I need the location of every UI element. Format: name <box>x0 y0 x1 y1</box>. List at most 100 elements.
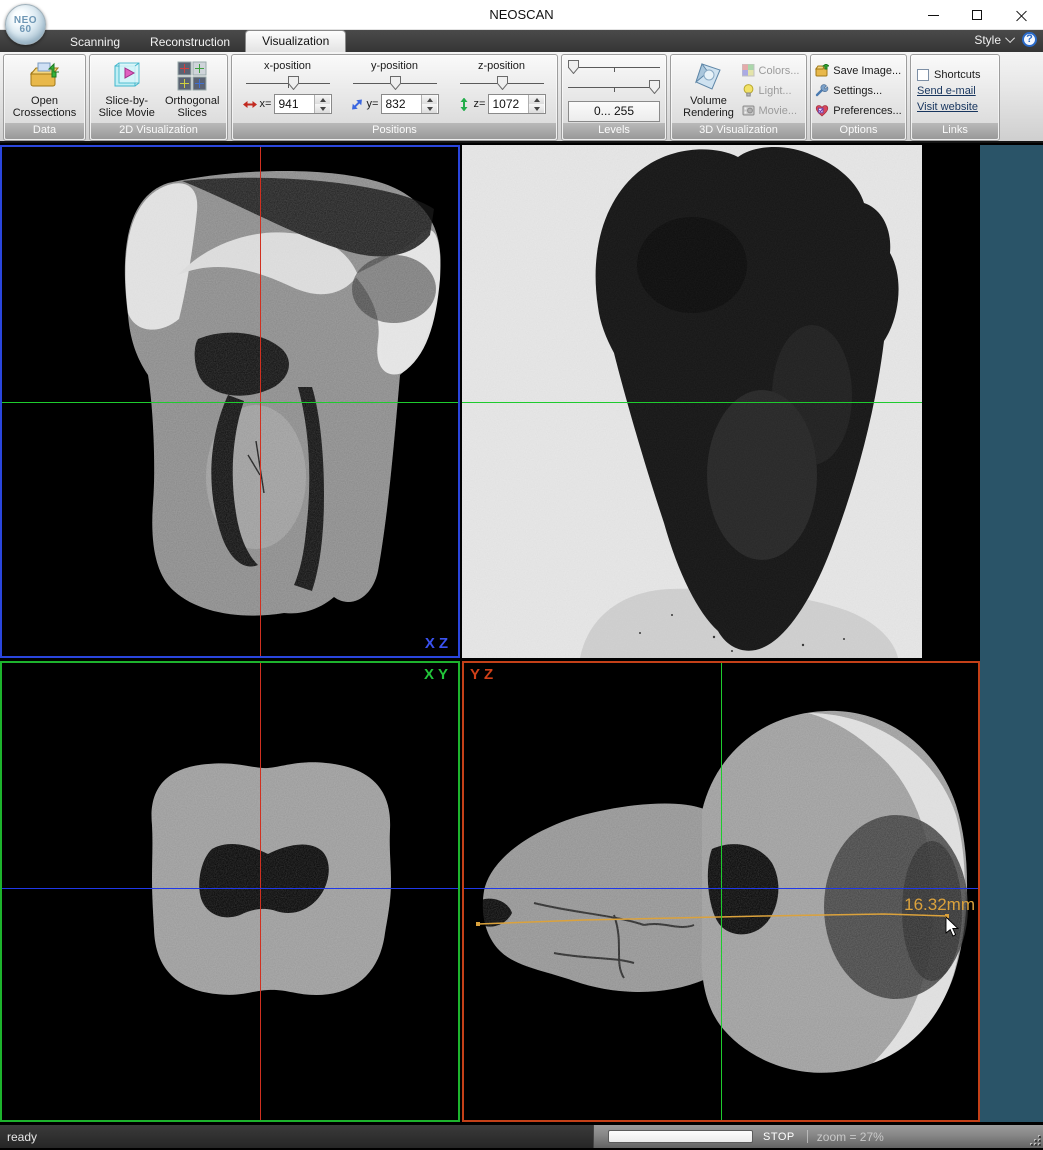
preferences-label: Preferences... <box>833 105 901 117</box>
z-position-label: z-position <box>478 60 525 72</box>
group-2d-visualization: Slice-by-Slice Movie Orthogonal Slices <box>89 54 228 141</box>
title-bar: NEOSCAN <box>0 0 1043 30</box>
measurement-endpoint-start[interactable] <box>476 922 480 926</box>
crosshair-z-green-line[interactable] <box>462 402 922 403</box>
x-slider-thumb[interactable] <box>288 76 299 90</box>
folder-open-icon <box>28 60 62 92</box>
volume-rendering-icon <box>692 60 726 92</box>
shortcuts-toggle[interactable]: Shortcuts <box>917 69 980 81</box>
stop-button[interactable]: STOP <box>763 1131 795 1143</box>
ribbon: Open Crossections Data Slice-by-Slice Mo… <box>0 52 1043 143</box>
open-crossections-button[interactable]: Open Crossections <box>9 58 81 119</box>
settings-button[interactable]: Settings... <box>815 82 882 99</box>
z-position-input[interactable] <box>489 95 528 113</box>
group-options: Save Image... Settings... <box>810 54 907 141</box>
shortcuts-checkbox[interactable] <box>917 69 929 81</box>
y-equals-label: y= <box>367 98 379 110</box>
crosshair-y-blue-line[interactable] <box>2 888 458 889</box>
settings-icon <box>815 84 829 97</box>
group-caption-positions: Positions <box>233 123 556 139</box>
x-position-spinner <box>314 95 330 113</box>
view-projection[interactable] <box>462 145 922 658</box>
progress-bar <box>608 1130 753 1143</box>
z-position-slider[interactable] <box>460 75 544 91</box>
xz-view-label: XZ <box>425 635 452 652</box>
visit-website-link[interactable]: Visit website <box>917 101 978 113</box>
crosshair-x-red-line[interactable] <box>260 663 261 1120</box>
volume-rendering-button[interactable]: Volume Rendering <box>678 58 740 119</box>
maximize-button[interactable] <box>955 0 999 30</box>
minimize-button[interactable] <box>911 0 955 30</box>
crosshair-z-blue-line[interactable] <box>464 888 978 889</box>
z-slider-thumb[interactable] <box>497 76 508 90</box>
slice-by-slice-movie-button[interactable]: Slice-by-Slice Movie <box>94 58 159 119</box>
levels-min-thumb[interactable] <box>568 60 579 74</box>
view-xz[interactable]: XZ <box>0 145 460 658</box>
tab-reconstruction[interactable]: Reconstruction <box>135 31 245 52</box>
tab-visualization[interactable]: Visualization <box>245 30 346 52</box>
status-bar: ready STOP zoom = 27% <box>0 1125 1043 1148</box>
group-levels: 0... 255 Levels <box>561 54 667 141</box>
colors-label: Colors... <box>759 65 800 77</box>
help-icon[interactable]: ? <box>1022 32 1037 47</box>
x-axis-icon <box>243 98 257 111</box>
group-caption-3d: 3D Visualization <box>672 123 805 139</box>
close-button[interactable] <box>999 0 1043 30</box>
style-chevron-icon[interactable] <box>1005 33 1015 43</box>
y-position-label: y-position <box>371 60 418 72</box>
y-position-spinner <box>421 95 437 113</box>
levels-max-slider[interactable] <box>568 79 660 95</box>
orthogonal-slices-icon <box>176 60 208 92</box>
group-caption-2d: 2D Visualization <box>91 123 226 139</box>
status-separator <box>807 1130 808 1143</box>
xy-slice-image <box>2 663 458 1120</box>
measurement-label: 16.32mm <box>904 895 975 915</box>
spin-up-icon <box>320 98 326 102</box>
yz-view-label: YZ <box>470 666 497 683</box>
resize-grip[interactable] <box>1029 1134 1041 1146</box>
spin-down-icon <box>320 107 326 111</box>
volume-rendering-label: Volume Rendering <box>678 95 740 119</box>
x-position-input[interactable] <box>275 95 314 113</box>
logo-text-bottom: 60 <box>19 25 31 34</box>
z-spin-down-button[interactable] <box>529 104 544 113</box>
orthogonal-slices-label: Orthogonal Slices <box>161 95 223 119</box>
x-spin-up-button[interactable] <box>315 95 330 104</box>
send-email-link[interactable]: Send e-mail <box>917 85 976 97</box>
app-window: NEOSCAN NEO 60 Scanning Reconstruction V… <box>0 0 1043 1150</box>
crosshair-y-green-line[interactable] <box>721 663 722 1120</box>
ribbon-tab-bar: NEO 60 Scanning Reconstruction Visualiza… <box>0 30 1043 52</box>
x-equals-label: x= <box>260 98 272 110</box>
slice-by-slice-movie-label: Slice-by-Slice Movie <box>94 95 159 119</box>
y-position-input[interactable] <box>382 95 421 113</box>
z-spin-up-button[interactable] <box>529 95 544 104</box>
save-image-button[interactable]: Save Image... <box>815 62 901 79</box>
maximize-icon <box>972 10 982 20</box>
style-menu[interactable]: Style <box>974 33 1001 47</box>
view-xy[interactable]: XY <box>0 661 460 1122</box>
save-image-label: Save Image... <box>833 65 901 77</box>
spin-up-icon <box>534 98 540 102</box>
crosshair-z-green-line[interactable] <box>2 402 458 403</box>
x-spin-down-button[interactable] <box>315 104 330 113</box>
z-position-field-box <box>488 94 546 114</box>
spin-up-icon <box>427 98 433 102</box>
shortcuts-label: Shortcuts <box>934 69 980 81</box>
view-yz[interactable]: YZ 16.32mm <box>462 661 980 1122</box>
y-spin-up-button[interactable] <box>422 95 437 104</box>
y-position-slider[interactable] <box>353 75 437 91</box>
orthogonal-slices-button[interactable]: Orthogonal Slices <box>161 58 223 119</box>
settings-label: Settings... <box>833 85 882 97</box>
levels-max-thumb[interactable] <box>649 80 660 94</box>
tab-scanning[interactable]: Scanning <box>55 31 135 52</box>
group-data: Open Crossections Data <box>3 54 86 141</box>
y-spin-down-button[interactable] <box>422 104 437 113</box>
x-position-slider[interactable] <box>246 75 330 91</box>
save-image-icon <box>815 64 829 77</box>
preferences-button[interactable]: Preferences... <box>815 102 901 119</box>
y-slider-thumb[interactable] <box>390 76 401 90</box>
levels-min-slider[interactable] <box>568 59 660 75</box>
neoscan-logo[interactable]: NEO 60 <box>5 4 46 45</box>
y-position-field-box <box>381 94 439 114</box>
x-position-label: x-position <box>264 60 311 72</box>
